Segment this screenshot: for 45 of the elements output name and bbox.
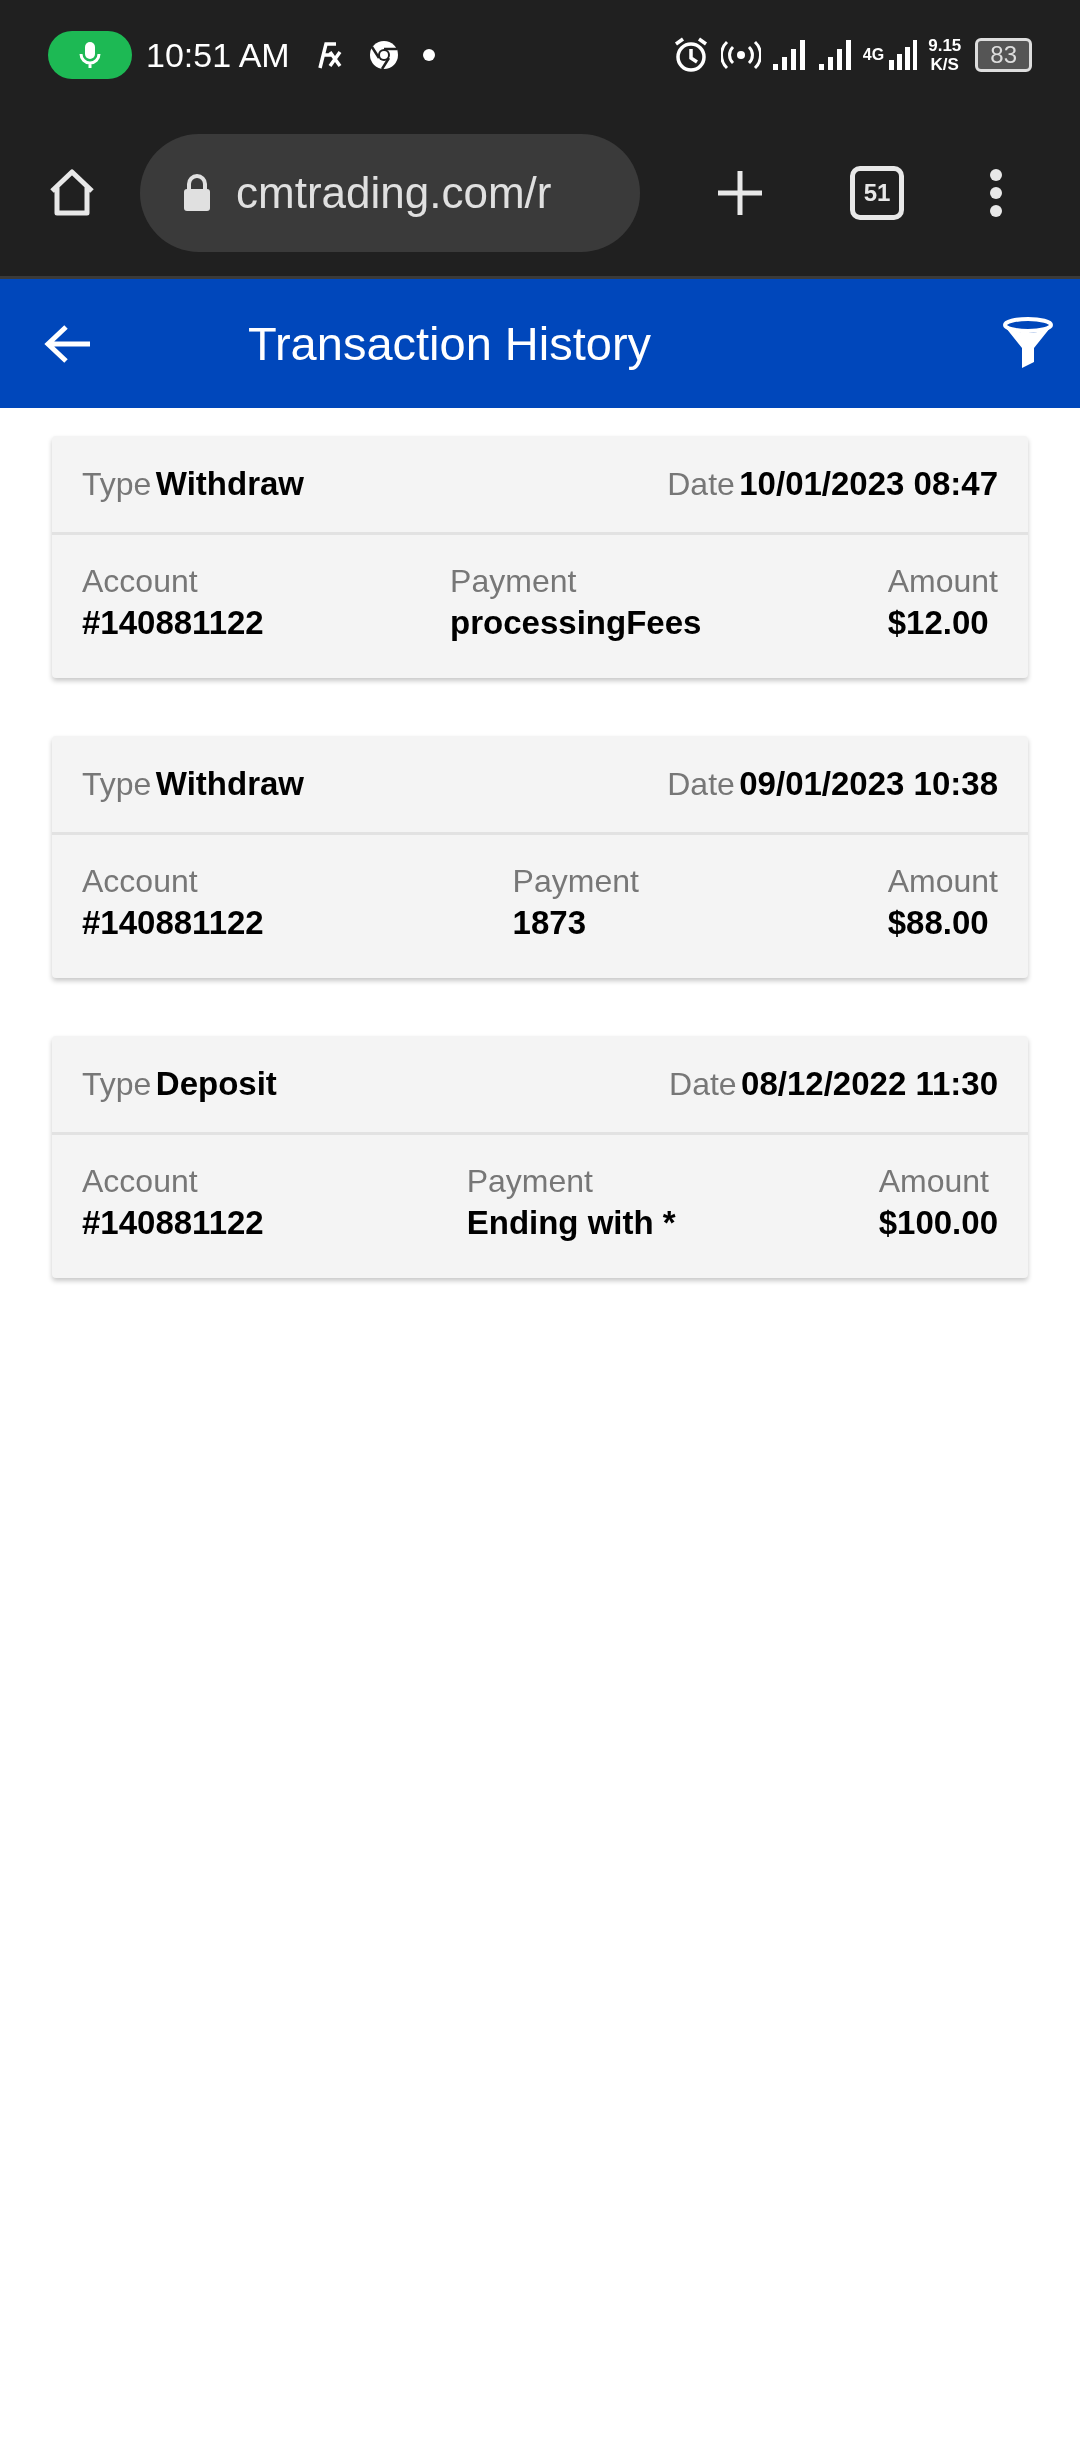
account-label: Account — [82, 863, 199, 900]
page-title: Transaction History — [248, 316, 653, 371]
network-type: 4G — [862, 46, 885, 64]
payment-label: Payment — [512, 863, 639, 900]
payment-label: Payment — [466, 1163, 594, 1200]
amount-value: $88.00 — [887, 904, 989, 942]
type-label: Type — [82, 1066, 152, 1102]
account-label: Account — [82, 1163, 199, 1200]
payment-value: 1873 — [512, 904, 587, 942]
speed-value: 9.15 — [928, 36, 962, 55]
payment-value: Ending with * — [466, 1204, 676, 1242]
payment-label: Payment — [450, 563, 578, 600]
amount-value: $12.00 — [887, 604, 989, 642]
account-value: #140881122 — [82, 1204, 264, 1242]
type-value: Deposit — [155, 1065, 277, 1102]
signal-icon — [770, 38, 807, 72]
tab-count-button[interactable]: 51 — [850, 166, 904, 220]
date-value: 10/01/2023 08:47 — [739, 465, 998, 502]
clock-time: 10:51 AM — [146, 35, 290, 75]
url-text: cmtrading.com/r — [236, 168, 552, 218]
type-label: Type — [82, 766, 152, 802]
account-label: Account — [82, 563, 199, 600]
date-label: Date — [667, 466, 735, 502]
battery-icon: 83 — [975, 38, 1032, 72]
amount-label: Amount — [887, 563, 998, 600]
date-label: Date — [669, 1066, 737, 1102]
type-value: Withdraw — [155, 465, 305, 502]
amount-value: $100.00 — [878, 1204, 998, 1242]
account-value: #140881122 — [82, 904, 264, 942]
amount-label: Amount — [887, 863, 998, 900]
address-bar[interactable]: cmtrading.com/r — [140, 134, 640, 252]
signal-icon — [816, 38, 853, 72]
payment-value: processingFees — [450, 604, 702, 642]
date-value: 08/12/2022 11:30 — [741, 1065, 998, 1102]
type-value: Withdraw — [155, 765, 305, 802]
chrome-icon — [367, 39, 400, 71]
date-value: 09/01/2023 10:38 — [739, 765, 998, 802]
date-label: Date — [667, 766, 735, 802]
account-value: #140881122 — [82, 604, 264, 642]
amount-label: Amount — [878, 1163, 989, 1200]
notification-dot-icon — [421, 48, 436, 62]
signal-icon — [888, 38, 919, 72]
speed-unit: K/S — [930, 55, 959, 74]
hotspot-icon — [720, 38, 761, 72]
type-label: Type — [82, 466, 152, 502]
